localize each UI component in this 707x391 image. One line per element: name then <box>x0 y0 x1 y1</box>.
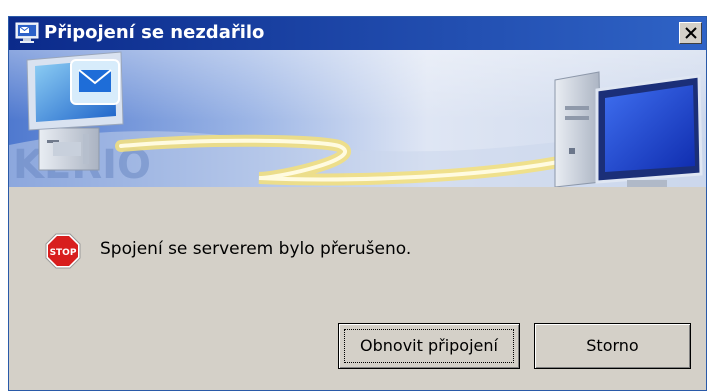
close-icon <box>685 27 697 39</box>
title-bar: Připojení se nezdařilo <box>9 17 706 50</box>
error-message: Spojení se serverem bylo přerušeno. <box>100 239 412 259</box>
connection-banner: KERIO <box>9 50 706 187</box>
stop-sign-icon: STOP <box>45 233 81 269</box>
server-computer-graphic <box>554 71 703 187</box>
network-computer-icon <box>15 22 39 43</box>
cancel-button-label: Storno <box>586 336 639 355</box>
focus-rectangle <box>344 329 514 363</box>
reconnect-button[interactable]: Obnovit připojení <box>338 323 520 369</box>
cancel-button[interactable]: Storno <box>534 323 691 369</box>
connection-failed-dialog: Připojení se nezdařilo STOP Spojení se s… <box>8 16 707 391</box>
dialog-title: Připojení se nezdařilo <box>44 22 265 43</box>
message-row: STOP Spojení se serverem bylo přerušeno. <box>45 231 685 271</box>
close-button[interactable] <box>679 22 702 44</box>
stop-icon-text: STOP <box>50 248 77 258</box>
